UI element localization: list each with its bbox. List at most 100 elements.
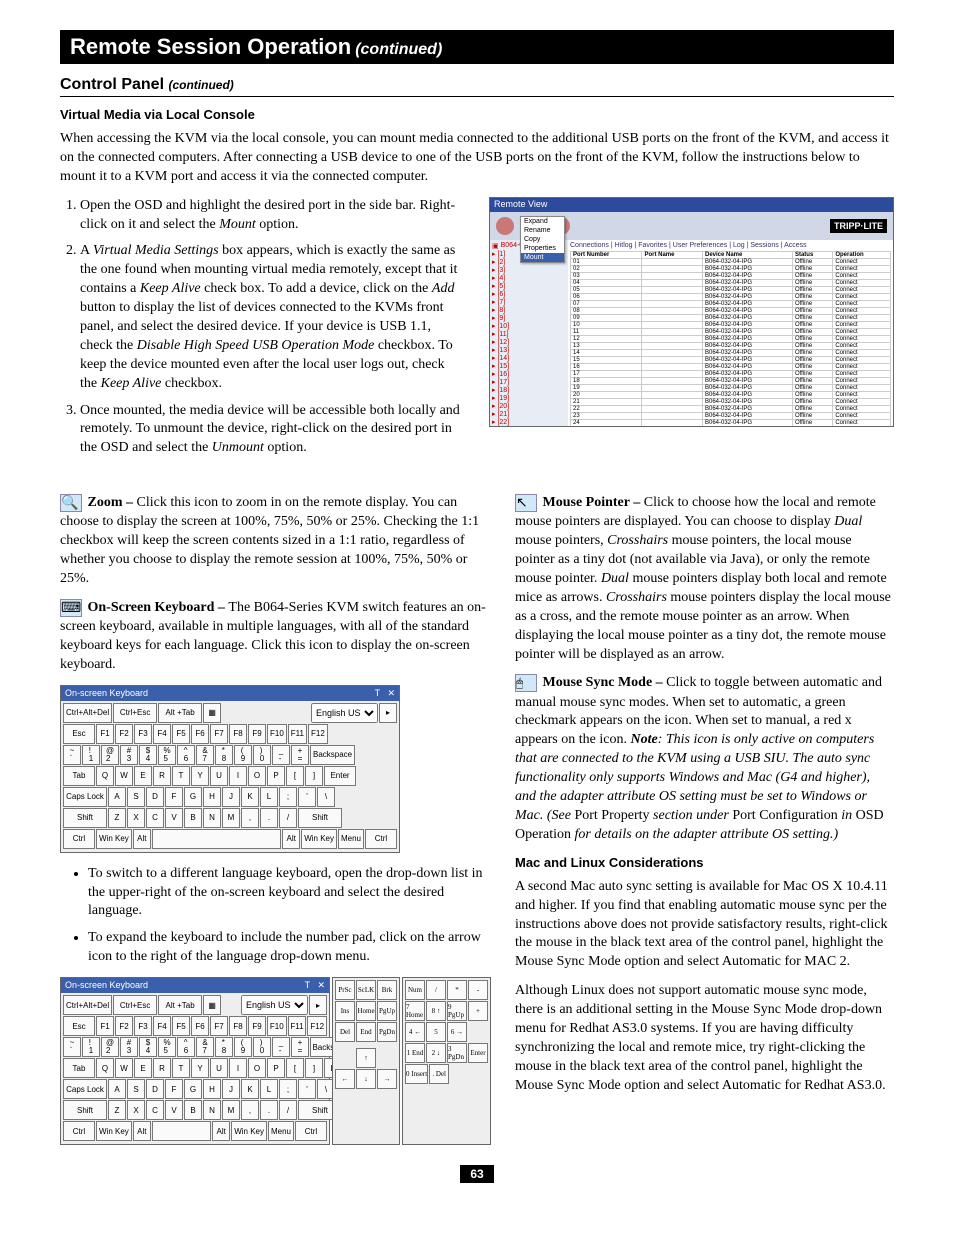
osk-key[interactable]: L: [260, 1079, 278, 1099]
osk-key[interactable]: Tab: [63, 1058, 95, 1078]
osk-key[interactable]: F10: [267, 1016, 287, 1036]
osk-key[interactable]: T: [172, 766, 190, 786]
osk-key[interactable]: End: [356, 1022, 376, 1042]
osk-key[interactable]: U: [210, 1058, 228, 1078]
osk-key[interactable]: ←: [335, 1069, 355, 1089]
osk-key[interactable]: Q: [96, 1058, 114, 1078]
table-row[interactable]: 12B064-032-04-IPGOfflineConnect: [571, 335, 891, 342]
osk-key[interactable]: !1: [82, 1037, 100, 1057]
menu-properties[interactable]: Properties: [521, 244, 564, 253]
osk-key[interactable]: F8: [229, 1016, 247, 1036]
osk-key[interactable]: ^6: [177, 1037, 195, 1057]
osk-key[interactable]: +=: [291, 1037, 309, 1057]
osk-key[interactable]: F6: [191, 1016, 209, 1036]
osk-key[interactable]: _-: [272, 745, 290, 765]
table-row[interactable]: 17B064-032-04-IPGOfflineConnect: [571, 370, 891, 377]
osk-key[interactable]: P: [267, 766, 285, 786]
osk-key[interactable]: $4: [139, 745, 157, 765]
osk-key[interactable]: +: [468, 1001, 488, 1021]
tree-port[interactable]: ▸ [8]: [492, 306, 566, 314]
osk-key[interactable]: ▦: [203, 995, 221, 1015]
tree-port[interactable]: ▸ [11]: [492, 330, 566, 338]
osk-key[interactable]: 0 Insert: [405, 1064, 428, 1084]
osk-key[interactable]: Alt: [133, 1121, 151, 1141]
osk-key[interactable]: #3: [120, 1037, 138, 1057]
osk-key[interactable]: F8: [229, 724, 247, 744]
table-row[interactable]: 07B064-032-04-IPGOfflineConnect: [571, 300, 891, 307]
table-row[interactable]: 13B064-032-04-IPGOfflineConnect: [571, 342, 891, 349]
osk-key[interactable]: Alt: [212, 1121, 230, 1141]
osk-key[interactable]: F: [165, 1079, 183, 1099]
osk-key[interactable]: #3: [120, 745, 138, 765]
osk-key[interactable]: F12: [307, 1016, 327, 1036]
osk-key[interactable]: Menu: [268, 1121, 294, 1141]
osk-key[interactable]: K: [241, 787, 259, 807]
osk-key[interactable]: Win Key: [96, 829, 132, 849]
table-row[interactable]: 04B064-032-04-IPGOfflineConnect: [571, 279, 891, 286]
osk-key[interactable]: /: [279, 808, 297, 828]
osk-key[interactable]: ]: [305, 766, 323, 786]
tree-port[interactable]: ▸ [22]: [492, 418, 566, 426]
osk-key[interactable]: PrSc: [335, 980, 355, 1000]
osk-key[interactable]: G: [184, 787, 202, 807]
osk-key[interactable]: W: [115, 766, 133, 786]
mouse-sync-icon[interactable]: [515, 674, 537, 692]
osk-key[interactable]: F3: [134, 1016, 152, 1036]
osk-key[interactable]: F2: [115, 1016, 133, 1036]
osk-key[interactable]: ↑: [356, 1048, 376, 1068]
expand-arrow-icon[interactable]: ▸: [379, 703, 397, 723]
table-row[interactable]: 15B064-032-04-IPGOfflineConnect: [571, 356, 891, 363]
osk-key[interactable]: Z: [108, 1100, 126, 1120]
osk-key[interactable]: $4: [139, 1037, 157, 1057]
osk-key[interactable]: F11: [288, 1016, 307, 1036]
osk-key[interactable]: Ctrl+Alt+Del: [63, 703, 112, 723]
table-row[interactable]: 10B064-032-04-IPGOfflineConnect: [571, 321, 891, 328]
osk-key[interactable]: *8: [215, 745, 233, 765]
osk-key[interactable]: Shift: [63, 1100, 107, 1120]
tree-port[interactable]: ▸ [19]: [492, 394, 566, 402]
osk-key[interactable]: D: [146, 787, 164, 807]
osk-key[interactable]: F11: [288, 724, 307, 744]
osk-key[interactable]: U: [210, 766, 228, 786]
osk-key[interactable]: C: [146, 808, 164, 828]
osk-key[interactable]: T: [172, 1058, 190, 1078]
menu-mount[interactable]: Mount: [521, 253, 564, 262]
osk-key[interactable]: V: [165, 1100, 183, 1120]
osk-key[interactable]: Shift: [298, 808, 342, 828]
tree-port[interactable]: ▸ [21]: [492, 410, 566, 418]
osk-key[interactable]: &7: [196, 745, 214, 765]
table-row[interactable]: 19B064-032-04-IPGOfflineConnect: [571, 384, 891, 391]
osk-key[interactable]: Ctrl: [295, 1121, 327, 1141]
osk-key[interactable]: 3 PgDn: [447, 1043, 467, 1063]
table-row[interactable]: 16B064-032-04-IPGOfflineConnect: [571, 363, 891, 370]
osk-key[interactable]: Alt: [133, 829, 151, 849]
osk-key[interactable]: ▦: [203, 703, 221, 723]
table-row[interactable]: 22B064-032-04-IPGOfflineConnect: [571, 405, 891, 412]
osk-key[interactable]: 5: [426, 1022, 446, 1042]
tree-port[interactable]: ▸ [14]: [492, 354, 566, 362]
osk-key[interactable]: J: [222, 1079, 240, 1099]
table-row[interactable]: 18B064-032-04-IPGOfflineConnect: [571, 377, 891, 384]
osk-key[interactable]: H: [203, 1079, 221, 1099]
osk-key[interactable]: Caps Lock: [63, 1079, 107, 1099]
osk-key[interactable]: Y: [191, 766, 209, 786]
osk-key[interactable]: Enter: [468, 1043, 488, 1063]
table-row[interactable]: 11B064-032-04-IPGOfflineConnect: [571, 328, 891, 335]
tree-port[interactable]: ▸ [10]: [492, 322, 566, 330]
osk-key[interactable]: B: [184, 808, 202, 828]
osk-key[interactable]: D: [146, 1079, 164, 1099]
osk-key[interactable]: [: [286, 766, 304, 786]
osk-key[interactable]: O: [248, 1058, 266, 1078]
osk-key[interactable]: S: [127, 787, 145, 807]
osk-key[interactable]: Ins: [335, 1001, 355, 1021]
osk-key[interactable]: (9: [234, 745, 252, 765]
osk-key[interactable]: V: [165, 808, 183, 828]
osk-key[interactable]: (9: [234, 1037, 252, 1057]
osk-key[interactable]: O: [248, 766, 266, 786]
osk-key[interactable]: ;: [279, 787, 297, 807]
expand-arrow-icon[interactable]: ▸: [309, 995, 327, 1015]
osk-key[interactable]: +=: [291, 745, 309, 765]
tree-port[interactable]: ▸ [15]: [492, 362, 566, 370]
osk-key[interactable]: Esc: [63, 1016, 95, 1036]
osk-key[interactable]: F4: [153, 1016, 171, 1036]
